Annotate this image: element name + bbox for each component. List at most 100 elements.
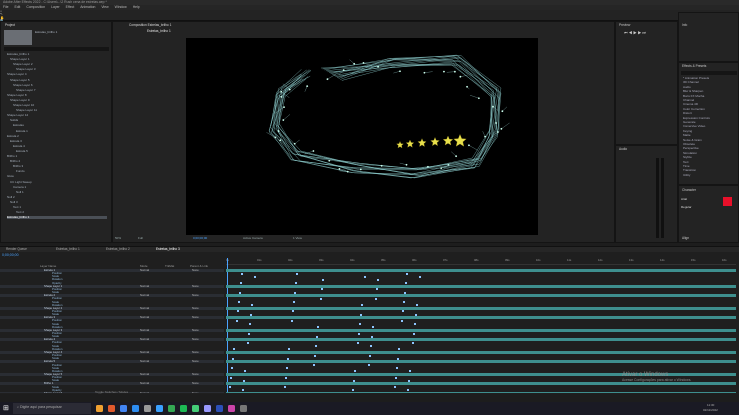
project-item[interactable]: Shape Layer 5 (10, 78, 30, 82)
project-item[interactable]: Estrelas_brilho 1 (7, 53, 29, 56)
keyframe[interactable] (401, 319, 403, 322)
layer-duration-bar[interactable] (226, 306, 736, 310)
project-item[interactable]: Estrela 1 (16, 129, 28, 133)
keyframe[interactable] (286, 367, 288, 370)
layer-duration-bar[interactable] (226, 382, 736, 386)
layer-duration-bar[interactable] (226, 316, 736, 320)
project-item[interactable]: Brilho 1 (7, 155, 17, 158)
keyframe[interactable] (394, 386, 396, 389)
keyframe[interactable] (247, 341, 249, 344)
project-item[interactable]: Null 1 (16, 190, 24, 194)
keyframe[interactable] (368, 364, 370, 366)
keyframe[interactable] (237, 310, 239, 313)
tab-effects-presets[interactable]: Effects & Presets (680, 64, 708, 69)
settings-icon[interactable] (144, 405, 151, 412)
keyframe[interactable] (241, 272, 243, 275)
layer-duration-bar[interactable] (226, 269, 736, 272)
project-search-input[interactable] (4, 47, 109, 51)
keyframe[interactable] (403, 301, 405, 303)
clock-time[interactable]: 11:30 (707, 404, 714, 407)
keyframe[interactable] (249, 323, 251, 326)
keyframe[interactable] (357, 341, 359, 344)
menu-view[interactable]: View (101, 5, 108, 9)
keyframe[interactable] (358, 332, 360, 335)
timeline-tab[interactable]: Render Queue (6, 247, 27, 251)
effects-category[interactable]: Utility (683, 173, 690, 177)
project-item[interactable]: Shape Layer 3 (16, 68, 36, 71)
keyframe[interactable] (359, 323, 361, 326)
effects-category[interactable]: 3D Channel (683, 81, 699, 84)
premiere-icon[interactable] (228, 405, 235, 412)
keyframe[interactable] (322, 278, 324, 281)
effects-category[interactable]: Cinema 4D (683, 103, 698, 106)
toggle-switches-modes[interactable]: Toggle Switches / Modes (95, 391, 128, 395)
project-item[interactable]: Text 1 (13, 206, 21, 209)
file-explorer-icon[interactable] (96, 405, 103, 412)
project-item[interactable]: Shape Layer 12 (7, 114, 28, 117)
project-item[interactable]: Null 3 (10, 200, 18, 204)
keyframe[interactable] (406, 272, 408, 275)
store-icon[interactable] (240, 405, 247, 412)
layer-duration-bar[interactable] (226, 284, 736, 288)
project-item[interactable]: Fundo (16, 170, 25, 173)
keyframe[interactable] (377, 278, 379, 281)
tab-project[interactable]: Project (3, 23, 17, 28)
project-item[interactable]: Estrelas (13, 124, 24, 127)
effects-search-input[interactable] (681, 71, 737, 75)
keyframe[interactable] (285, 376, 287, 379)
project-item[interactable]: Shape Layer 2 (13, 63, 33, 66)
effects-category[interactable]: Immersive Video (683, 125, 705, 128)
project-item[interactable]: Estrela 2 (7, 134, 19, 138)
keyframe[interactable] (412, 341, 414, 344)
time-ruler[interactable]: 0s01s02s03s04s05s06s07s08s09s10s11s12s13… (226, 258, 736, 265)
menu-layer[interactable]: Layer (51, 5, 59, 9)
keyframe[interactable] (419, 275, 421, 278)
comp-breadcrumb[interactable]: Estrelas_brilho 1 (145, 29, 173, 34)
tab-composition[interactable]: Composition Estrelas_brilho 1 (127, 23, 173, 28)
whatsapp-icon[interactable] (168, 405, 175, 412)
layer-parent[interactable]: None (192, 392, 199, 393)
layer-mode[interactable]: Normal (140, 392, 149, 393)
layer-duration-bar[interactable] (226, 391, 736, 393)
project-item[interactable]: Estrela 3 (10, 139, 22, 143)
tab-audio[interactable]: Audio (617, 147, 629, 152)
project-item[interactable]: Camera 1 (13, 185, 26, 189)
photoshop-icon[interactable] (156, 405, 163, 412)
keyframe[interactable] (296, 272, 298, 275)
quality-dropdown[interactable]: Full (138, 237, 143, 240)
timeline-tab[interactable]: Estrelas_brilho 2 (106, 247, 130, 251)
keyframe[interactable] (370, 345, 372, 348)
effects-category[interactable]: Distort (683, 112, 692, 115)
project-item[interactable]: Glow (7, 175, 14, 178)
project-item[interactable]: Shape Layer 1 (10, 58, 30, 61)
project-item[interactable]: Shape Layer 4 (7, 73, 27, 76)
keyframe[interactable] (284, 386, 286, 389)
project-item[interactable]: Shape Layer 11 (16, 109, 37, 112)
keyframe[interactable] (313, 364, 315, 366)
keyframe[interactable] (254, 275, 256, 278)
view-dropdown[interactable]: Active Camera (243, 237, 263, 240)
font-style-dropdown[interactable]: Regular (681, 206, 692, 210)
keyframe[interactable] (238, 301, 240, 303)
project-item[interactable]: Brilho 3 (13, 165, 23, 168)
steam-icon[interactable] (192, 405, 199, 412)
project-item[interactable]: Solids (10, 119, 18, 122)
project-item[interactable]: CC Light Sweep (10, 180, 32, 184)
views-dropdown[interactable]: 1 View (293, 237, 302, 240)
tab-preview[interactable]: Preview (617, 23, 632, 28)
keyframe[interactable] (291, 319, 293, 322)
timeline-current-time[interactable]: 0;00;00;00 (2, 253, 19, 258)
keyframe[interactable] (292, 310, 294, 313)
keyframe[interactable] (369, 354, 371, 357)
keyframe[interactable] (236, 319, 238, 322)
keyframe[interactable] (364, 275, 366, 278)
menu-help[interactable]: Help (133, 5, 140, 9)
layer-duration-bar[interactable] (226, 360, 736, 364)
keyframe[interactable] (248, 332, 250, 335)
after-effects-icon[interactable] (204, 405, 211, 412)
composition-canvas[interactable] (186, 38, 538, 235)
keyframe[interactable] (413, 332, 415, 335)
layer-duration-bar[interactable] (226, 338, 736, 342)
keyframe[interactable] (315, 345, 317, 348)
clock-date[interactable]: 02/11/2022 (703, 409, 718, 412)
